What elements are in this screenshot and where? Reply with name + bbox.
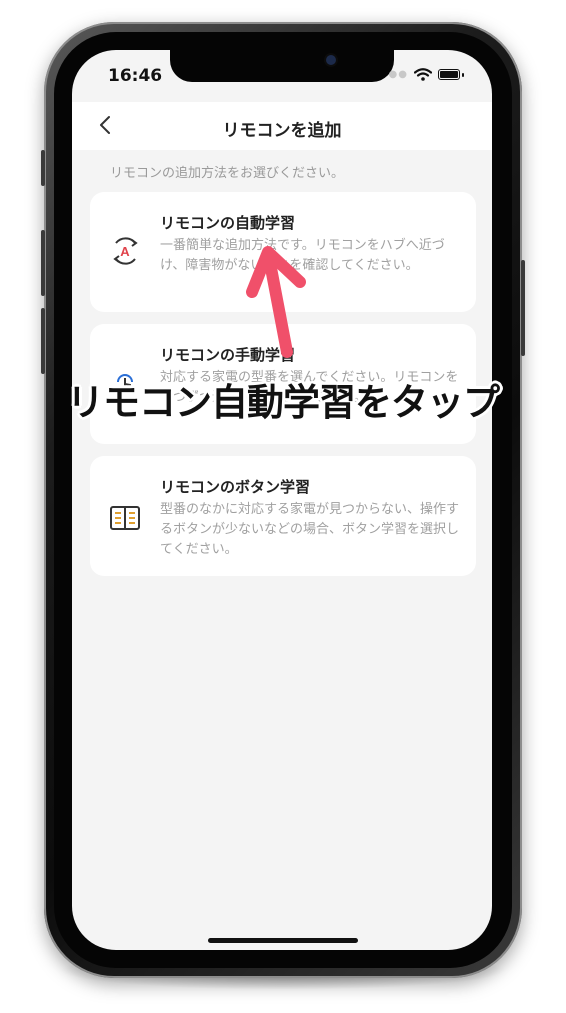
page-title: リモコンを追加: [222, 121, 342, 141]
camera-icon: [326, 55, 336, 65]
status-time: 16:46: [108, 66, 163, 86]
signal-icon: ●●: [388, 69, 408, 80]
svg-text:A: A: [120, 244, 130, 259]
navigation-bar: リモコンを追加: [72, 102, 492, 150]
card-button-learn[interactable]: リモコンのボタン学習 型番のなかに対応する家電が見つからない、操作するボタンが少…: [90, 456, 476, 576]
card-auto-learn[interactable]: A リモコンの自動学習 一番簡単な追加方法です。リモコンをハブへ近づけ、障害物が…: [90, 192, 476, 312]
hint-text: リモコンの追加方法をお選びください。: [110, 166, 345, 181]
battery-icon: [438, 69, 460, 80]
auto-learn-icon: A: [113, 237, 138, 265]
card-description: 型番のなかに対応する家電が見つからない、操作するボタンが少ないなどの場合、ボタン…: [160, 502, 460, 557]
volume-up-button: [41, 230, 45, 296]
status-indicators: ●●: [389, 68, 464, 81]
volume-down-button: [41, 308, 45, 374]
book-icon: [110, 506, 140, 530]
card-title: リモコンの手動学習: [160, 346, 296, 364]
wifi-icon: [414, 68, 432, 81]
phone-screen: 16:46 ●● リモコンを追加 リモコンの追加方法をお選びください。 A リモ…: [72, 50, 492, 950]
home-indicator[interactable]: [208, 938, 358, 943]
card-title: リモコンの自動学習: [160, 214, 296, 232]
battery-tip: [462, 72, 464, 77]
card-title: リモコンのボタン学習: [160, 478, 311, 496]
power-button: [521, 260, 525, 356]
notch: [170, 50, 394, 82]
overlay-caption: リモコン自動学習をタップ: [67, 381, 500, 424]
card-description: 一番簡単な追加方法です。リモコンをハブへ近づけ、障害物がないことを確認してくださ…: [160, 238, 445, 273]
mute-switch: [41, 150, 45, 186]
